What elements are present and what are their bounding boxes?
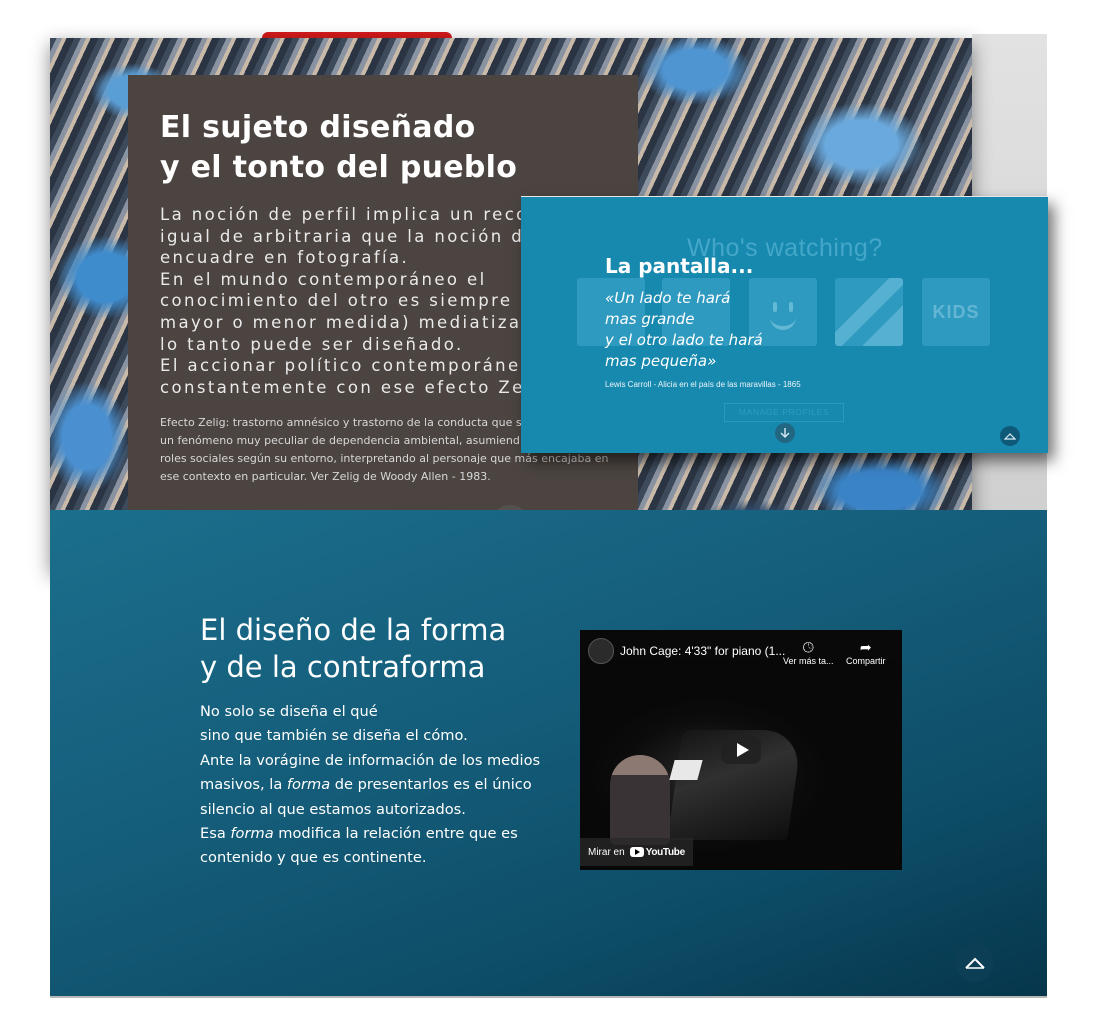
body-paragraph: Ante la vorágine de información de los m… (200, 749, 545, 822)
popup-quote: «Un lado te hará mas grande y el otro la… (605, 289, 763, 370)
play-icon (736, 743, 749, 757)
back-to-top-button[interactable] (956, 944, 994, 982)
body-text: Esa (200, 825, 231, 843)
youtube-play-icon (629, 847, 644, 857)
popup-title: La pantalla... (605, 254, 754, 278)
channel-avatar[interactable] (588, 638, 614, 664)
chevron-up-icon (965, 957, 985, 969)
smiley-icon (770, 314, 796, 330)
forma-section: El diseño de la forma y de la contraform… (50, 510, 1047, 996)
kids-label: KIDS (932, 301, 980, 322)
manage-profiles-button[interactable]: MANAGE PROFILES (724, 403, 844, 422)
watch-on-youtube-button[interactable]: Mirar en YouTube (580, 838, 693, 866)
bottom-edge (50, 996, 1047, 998)
profile-tile-kids[interactable]: KIDS (922, 278, 990, 346)
clock-icon: 🕓︎ (802, 639, 814, 655)
profile-tile-tiger[interactable] (835, 278, 903, 346)
youtube-embed[interactable]: John Cage: 4'33" for piano (1... 🕓︎ Ver … (580, 630, 902, 870)
popup-up-button[interactable] (1000, 426, 1020, 446)
body-paragraph: Esa forma modifica la relación entre que… (200, 822, 545, 871)
section-body: No solo se diseña el qué sino que tambié… (200, 700, 545, 871)
share-label: Compartir (846, 656, 886, 666)
section-title: El diseño de la forma y de la contraform… (200, 613, 507, 684)
body-emphasis: forma (286, 776, 331, 794)
hero-title: El sujeto diseñado y el tonto del pueblo (160, 110, 518, 185)
play-button[interactable] (721, 736, 761, 764)
pantalla-popup: Who's watching? KIDS MANAGE PROFILES La … (521, 196, 1048, 453)
share-button[interactable]: ➦ Compartir (846, 638, 886, 666)
body-emphasis: forma (230, 825, 274, 843)
popup-scroll-down-button[interactable] (775, 423, 795, 443)
chevron-up-icon (1004, 433, 1016, 440)
video-title[interactable]: John Cage: 4'33" for piano (1... (620, 644, 785, 658)
watch-later-label: Ver más ta... (783, 656, 834, 666)
popup-citation: Lewis Carroll - Alicia en el país de las… (605, 380, 801, 389)
body-line: sino que también se diseña el cómo. (200, 727, 468, 745)
watch-on-label: Mirar en (588, 846, 625, 858)
youtube-wordmark: YouTube (645, 846, 686, 858)
arrow-down-icon (780, 428, 790, 439)
sheet-music-shape (669, 760, 703, 780)
share-icon: ➦ (859, 639, 872, 655)
youtube-logo: YouTube (629, 846, 686, 858)
pianist-shape (610, 755, 670, 845)
watch-later-button[interactable]: 🕓︎ Ver más ta... (783, 638, 834, 666)
body-line: No solo se diseña el qué (200, 703, 378, 720)
